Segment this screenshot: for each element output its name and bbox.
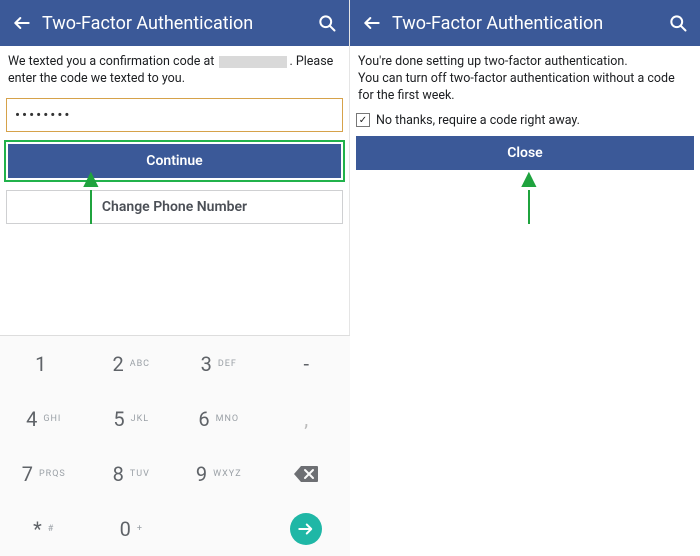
- continue-highlight: Continue: [4, 140, 345, 182]
- search-icon: [668, 13, 688, 33]
- done-text: You're done setting up two-factor authen…: [350, 46, 700, 111]
- key-letters: +: [137, 524, 143, 534]
- done-line1: You're done setting up two-factor authen…: [358, 54, 692, 71]
- key-digit: 3: [201, 352, 212, 376]
- key-letters: PRQS: [39, 469, 66, 479]
- search-icon: [317, 13, 337, 33]
- key-letters: JKL: [131, 414, 149, 424]
- screen-done: Two-Factor Authentication You're done se…: [350, 0, 700, 556]
- key-letters: #: [48, 524, 55, 534]
- check-icon: ✓: [359, 115, 367, 126]
- screen-enter-code: Two-Factor Authentication We texted you …: [0, 0, 350, 556]
- key-letters: GHI: [43, 414, 61, 424]
- enter-icon: [290, 513, 322, 545]
- key-digit: 0: [120, 517, 131, 541]
- key-spacer: ,: [263, 391, 351, 446]
- close-button[interactable]: Close: [356, 136, 694, 170]
- key-digit: 7: [22, 462, 33, 486]
- phone-number-redacted: [219, 56, 287, 68]
- search-button[interactable]: [313, 9, 341, 37]
- arrow-left-icon: [362, 13, 382, 33]
- key-letters: ABC: [130, 359, 150, 369]
- key-letters: MNO: [216, 414, 239, 424]
- key-star-hash[interactable]: *#: [0, 501, 88, 556]
- done-line2: You can turn off two-factor authenticati…: [358, 71, 692, 105]
- numeric-keypad: 1 2 ABC 3 DEF - 4 GHI 5 JKL 6 MNO , 7 PRQS 8 TU…: [0, 335, 350, 556]
- confirmation-code-input[interactable]: ••••••••: [6, 98, 343, 132]
- appbar-title: Two-Factor Authentication: [386, 13, 664, 34]
- key-0[interactable]: 0+: [88, 501, 176, 556]
- key-digit: 5: [113, 407, 124, 431]
- key-digit: *: [33, 517, 42, 541]
- instruction-prefix: We texted you a confirmation code at: [8, 54, 214, 69]
- require-code-label: No thanks, require a code right away.: [376, 113, 580, 128]
- key-enter[interactable]: [263, 501, 351, 556]
- key-2[interactable]: 2 ABC: [88, 336, 176, 391]
- appbar-title: Two-Factor Authentication: [36, 13, 313, 34]
- continue-button[interactable]: Continue: [8, 144, 341, 178]
- annotation-arrow-right: ▲: [516, 166, 542, 224]
- key-dash[interactable]: -: [263, 336, 351, 391]
- key-digit: 1: [35, 352, 46, 376]
- key-digit: -: [303, 352, 309, 376]
- backspace-icon: [293, 465, 319, 483]
- back-button[interactable]: [358, 9, 386, 37]
- key-digit: 4: [26, 407, 37, 431]
- key-4[interactable]: 4 GHI: [0, 391, 88, 446]
- key-digit: 2: [112, 352, 123, 376]
- change-phone-button[interactable]: Change Phone Number: [6, 190, 343, 224]
- require-code-row[interactable]: ✓ No thanks, require a code right away.: [350, 111, 700, 136]
- key-letters: DEF: [218, 359, 237, 369]
- key-9[interactable]: 9 WXYZ: [175, 446, 263, 501]
- key-digit: 6: [198, 407, 209, 431]
- search-button[interactable]: [664, 9, 692, 37]
- appbar: Two-Factor Authentication: [0, 0, 349, 46]
- key-8[interactable]: 8 TUV: [88, 446, 176, 501]
- require-code-checkbox[interactable]: ✓: [356, 113, 370, 127]
- key-backspace[interactable]: [263, 446, 351, 501]
- instruction-text: We texted you a confirmation code at . P…: [0, 46, 349, 94]
- appbar: Two-Factor Authentication: [350, 0, 700, 46]
- key-digit: 8: [113, 462, 124, 486]
- back-button[interactable]: [8, 9, 36, 37]
- key-letters: TUV: [130, 469, 150, 479]
- key-spacer-2: [175, 501, 263, 556]
- key-1[interactable]: 1: [0, 336, 88, 391]
- confirmation-code-value: ••••••••: [15, 106, 72, 124]
- key-digit: 9: [196, 462, 207, 486]
- key-letters: WXYZ: [213, 469, 241, 479]
- key-7[interactable]: 7 PRQS: [0, 446, 88, 501]
- arrow-left-icon: [12, 13, 32, 33]
- key-6[interactable]: 6 MNO: [175, 391, 263, 446]
- key-3[interactable]: 3 DEF: [175, 336, 263, 391]
- key-5[interactable]: 5 JKL: [88, 391, 176, 446]
